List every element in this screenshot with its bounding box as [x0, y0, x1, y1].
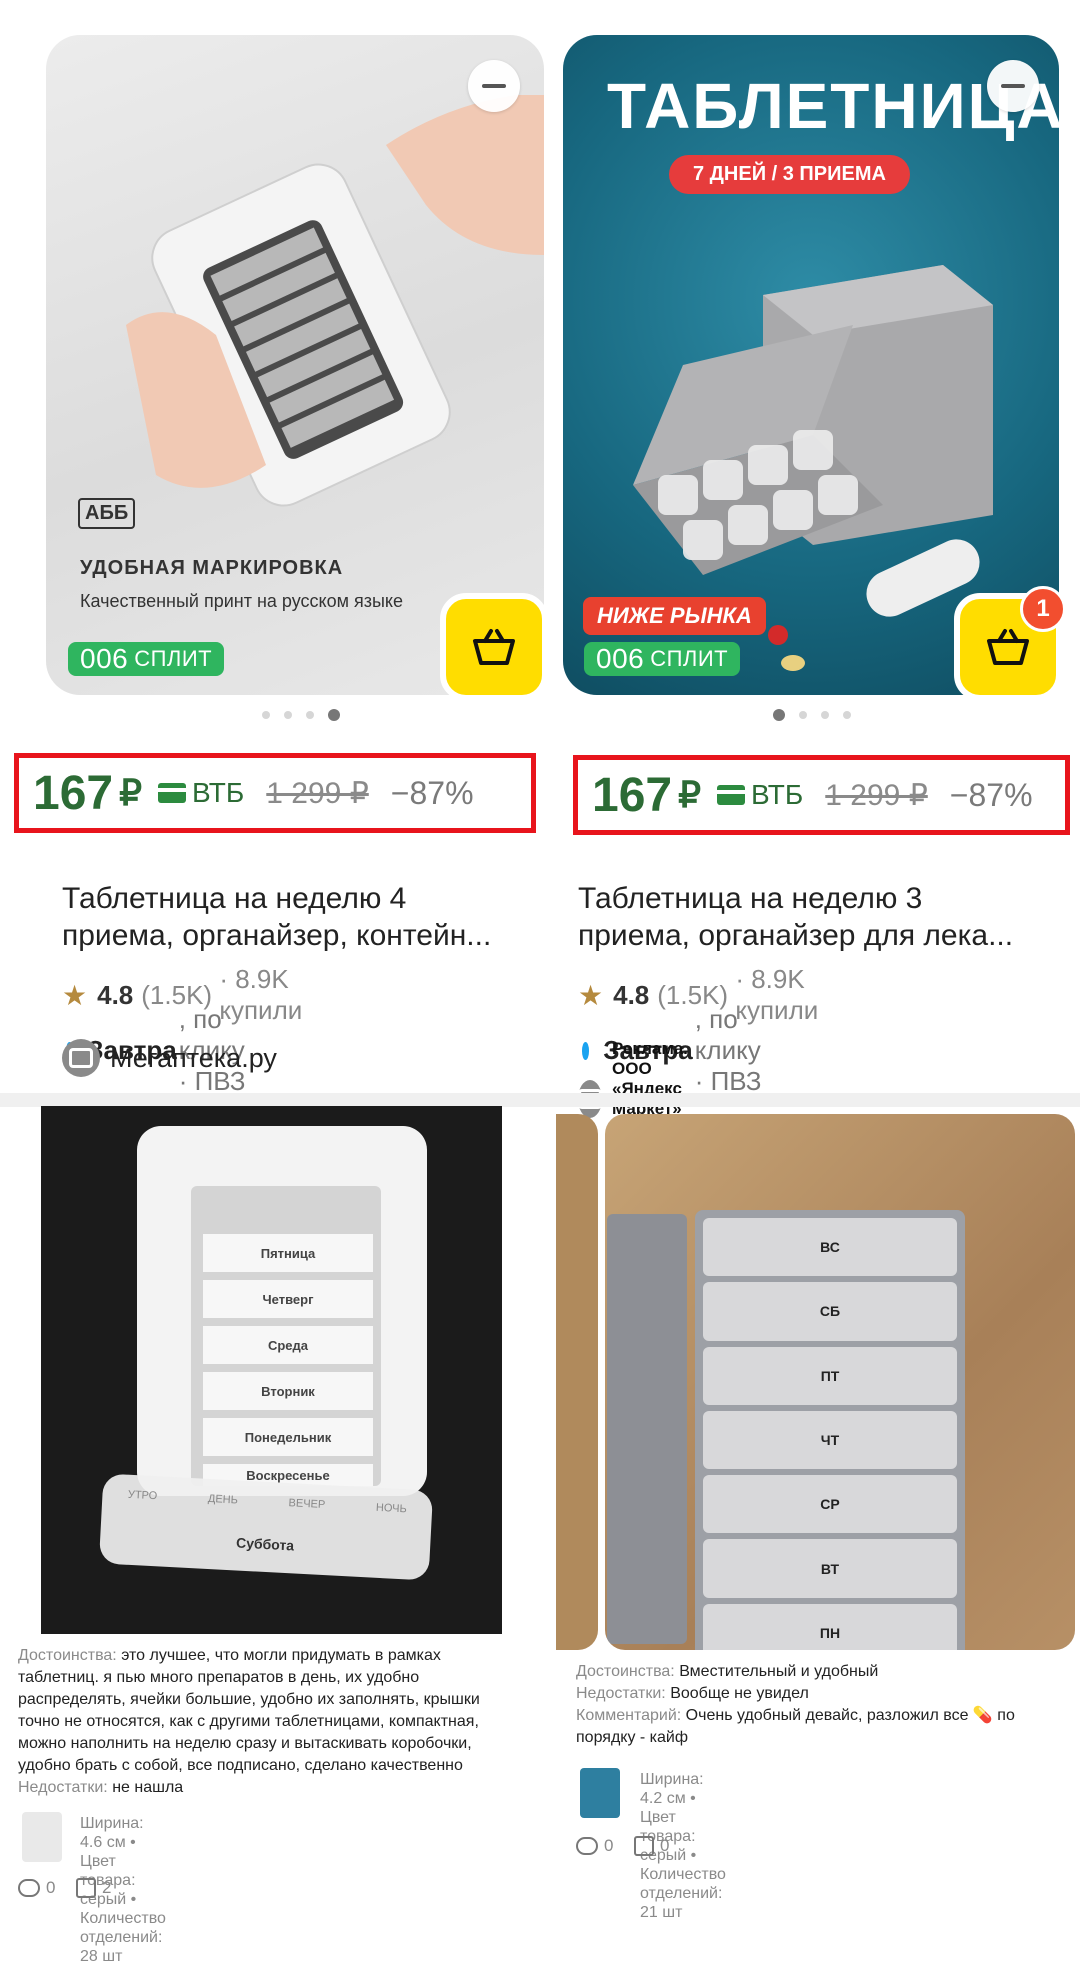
old-price: 1 299 ₽	[266, 776, 369, 810]
drawer-label: Пятница	[203, 1234, 373, 1272]
price-block-2: 167 ₽ ВТБ 1 299 ₽ −87%	[573, 755, 1070, 835]
title-line-1: Таблетница на неделю 3	[578, 882, 923, 915]
drawer-label: Вторник	[203, 1372, 373, 1410]
pros-label: Достоинства:	[576, 1663, 675, 1680]
photo-headline: УДОБНАЯ МАРКИРОВКА	[80, 557, 344, 579]
day-label: ВТ	[703, 1539, 957, 1598]
comments-button-1[interactable]: 0	[18, 1878, 55, 1898]
variant-thumbnail-1[interactable]	[22, 1812, 62, 1862]
day-label: ПН	[703, 1603, 957, 1650]
basket-icon	[473, 629, 515, 665]
section-divider	[0, 1093, 1080, 1107]
review-text-2: Достоинства: Вместительный и удобный Нед…	[576, 1663, 1015, 1746]
day-drawer-stack: Пятница Четверг Среда Вторник Понедельни…	[203, 1234, 373, 1486]
discount: −87%	[949, 776, 1033, 813]
variant-thumbnail-2[interactable]	[580, 1768, 620, 1818]
price: 167	[33, 766, 114, 820]
brand-logo: АББ	[78, 498, 136, 529]
card-icon	[158, 783, 186, 803]
old-price: 1 299 ₽	[825, 778, 928, 812]
day-label: ЧТ	[703, 1410, 957, 1470]
review-photo-2[interactable]: ВС СБ ПТ ЧТ СР ВТ ПН	[605, 1114, 1075, 1650]
day-label: ВС	[703, 1218, 957, 1277]
comment-icon	[576, 1837, 598, 1855]
pros-label: Достоинства:	[18, 1647, 117, 1664]
photo-subline: Качественный принт на русском языке	[80, 591, 404, 611]
price-block-1: 167 ₽ ВТБ 1 299 ₽ −87%	[14, 753, 536, 833]
split-badge-1: 006 СПЛИТ	[68, 642, 225, 676]
drawer-label: Четверг	[203, 1280, 373, 1318]
store-icon	[62, 1039, 100, 1077]
price: 167	[592, 768, 673, 822]
carousel-dots-1	[262, 709, 340, 721]
carousel-dots-2	[773, 709, 851, 721]
remove-button-1[interactable]	[468, 60, 520, 112]
below-market-tag: НИЖЕ РЫНКА	[583, 597, 766, 635]
product-title-2[interactable]: Таблетница на неделю 3 приема, органайзе…	[578, 880, 1058, 954]
comment-icon	[18, 1879, 40, 1897]
remove-button-2[interactable]	[987, 60, 1039, 112]
cart-count-badge: 1	[1020, 586, 1066, 632]
seller-1[interactable]: Мегаптека.ру	[62, 1039, 277, 1077]
drawer-label: Понедельник	[203, 1418, 373, 1456]
discount: −87%	[390, 774, 474, 811]
review-text-1: Достоинства: это лучшее, что могли приду…	[18, 1647, 480, 1796]
day-label: СР	[703, 1475, 957, 1534]
basket-icon	[987, 629, 1029, 665]
currency: ₽	[119, 772, 142, 813]
split-amount: 006	[596, 643, 645, 674]
thumbs-up-icon	[76, 1878, 96, 1898]
bank-label: ВТБ	[192, 777, 245, 808]
like-button-1[interactable]: 2	[76, 1878, 111, 1898]
review-photo-1[interactable]: Пятница Четверг Среда Вторник Понедельни…	[41, 1106, 502, 1634]
cons-label: Недостатки:	[18, 1779, 108, 1796]
title-line-2: приема, органайзер, контейн...	[62, 919, 492, 952]
split-label: СПЛИТ	[134, 646, 213, 671]
cons-label: Недостатки:	[576, 1685, 666, 1702]
title-line-2: приема, органайзер для лека...	[578, 919, 1014, 952]
add-to-cart-button-1[interactable]	[440, 593, 548, 701]
product-title-1[interactable]: Таблетница на неделю 4 приема, органайзе…	[62, 880, 542, 954]
currency: ₽	[678, 774, 701, 815]
split-amount: 006	[80, 643, 129, 674]
comments-button-2[interactable]: 0	[576, 1836, 613, 1856]
organizer-grid: ВС СБ ПТ ЧТ СР ВТ ПН	[695, 1210, 965, 1650]
drawer-label: Суббота	[235, 1534, 295, 1554]
comment-label: Комментарий:	[576, 1707, 682, 1724]
split-label: СПЛИТ	[650, 646, 729, 671]
review-photo-strip	[556, 1114, 598, 1650]
title-line-1: Таблетница на неделю 4	[62, 882, 407, 915]
seller-name: Мегаптека.ру	[110, 1042, 277, 1073]
split-badge-2: 006 СПЛИТ	[584, 642, 741, 676]
open-drawer: УТРО ДЕНЬ ВЕЧЕР НОЧЬ Суббота	[98, 1473, 434, 1581]
day-label: ПТ	[703, 1346, 957, 1405]
card-icon	[717, 785, 745, 805]
like-button-2[interactable]: 0	[634, 1836, 669, 1856]
thumbs-up-icon	[634, 1836, 654, 1856]
day-label: СБ	[703, 1282, 957, 1341]
drawer-label: Среда	[203, 1326, 373, 1364]
bank-label: ВТБ	[751, 779, 804, 810]
